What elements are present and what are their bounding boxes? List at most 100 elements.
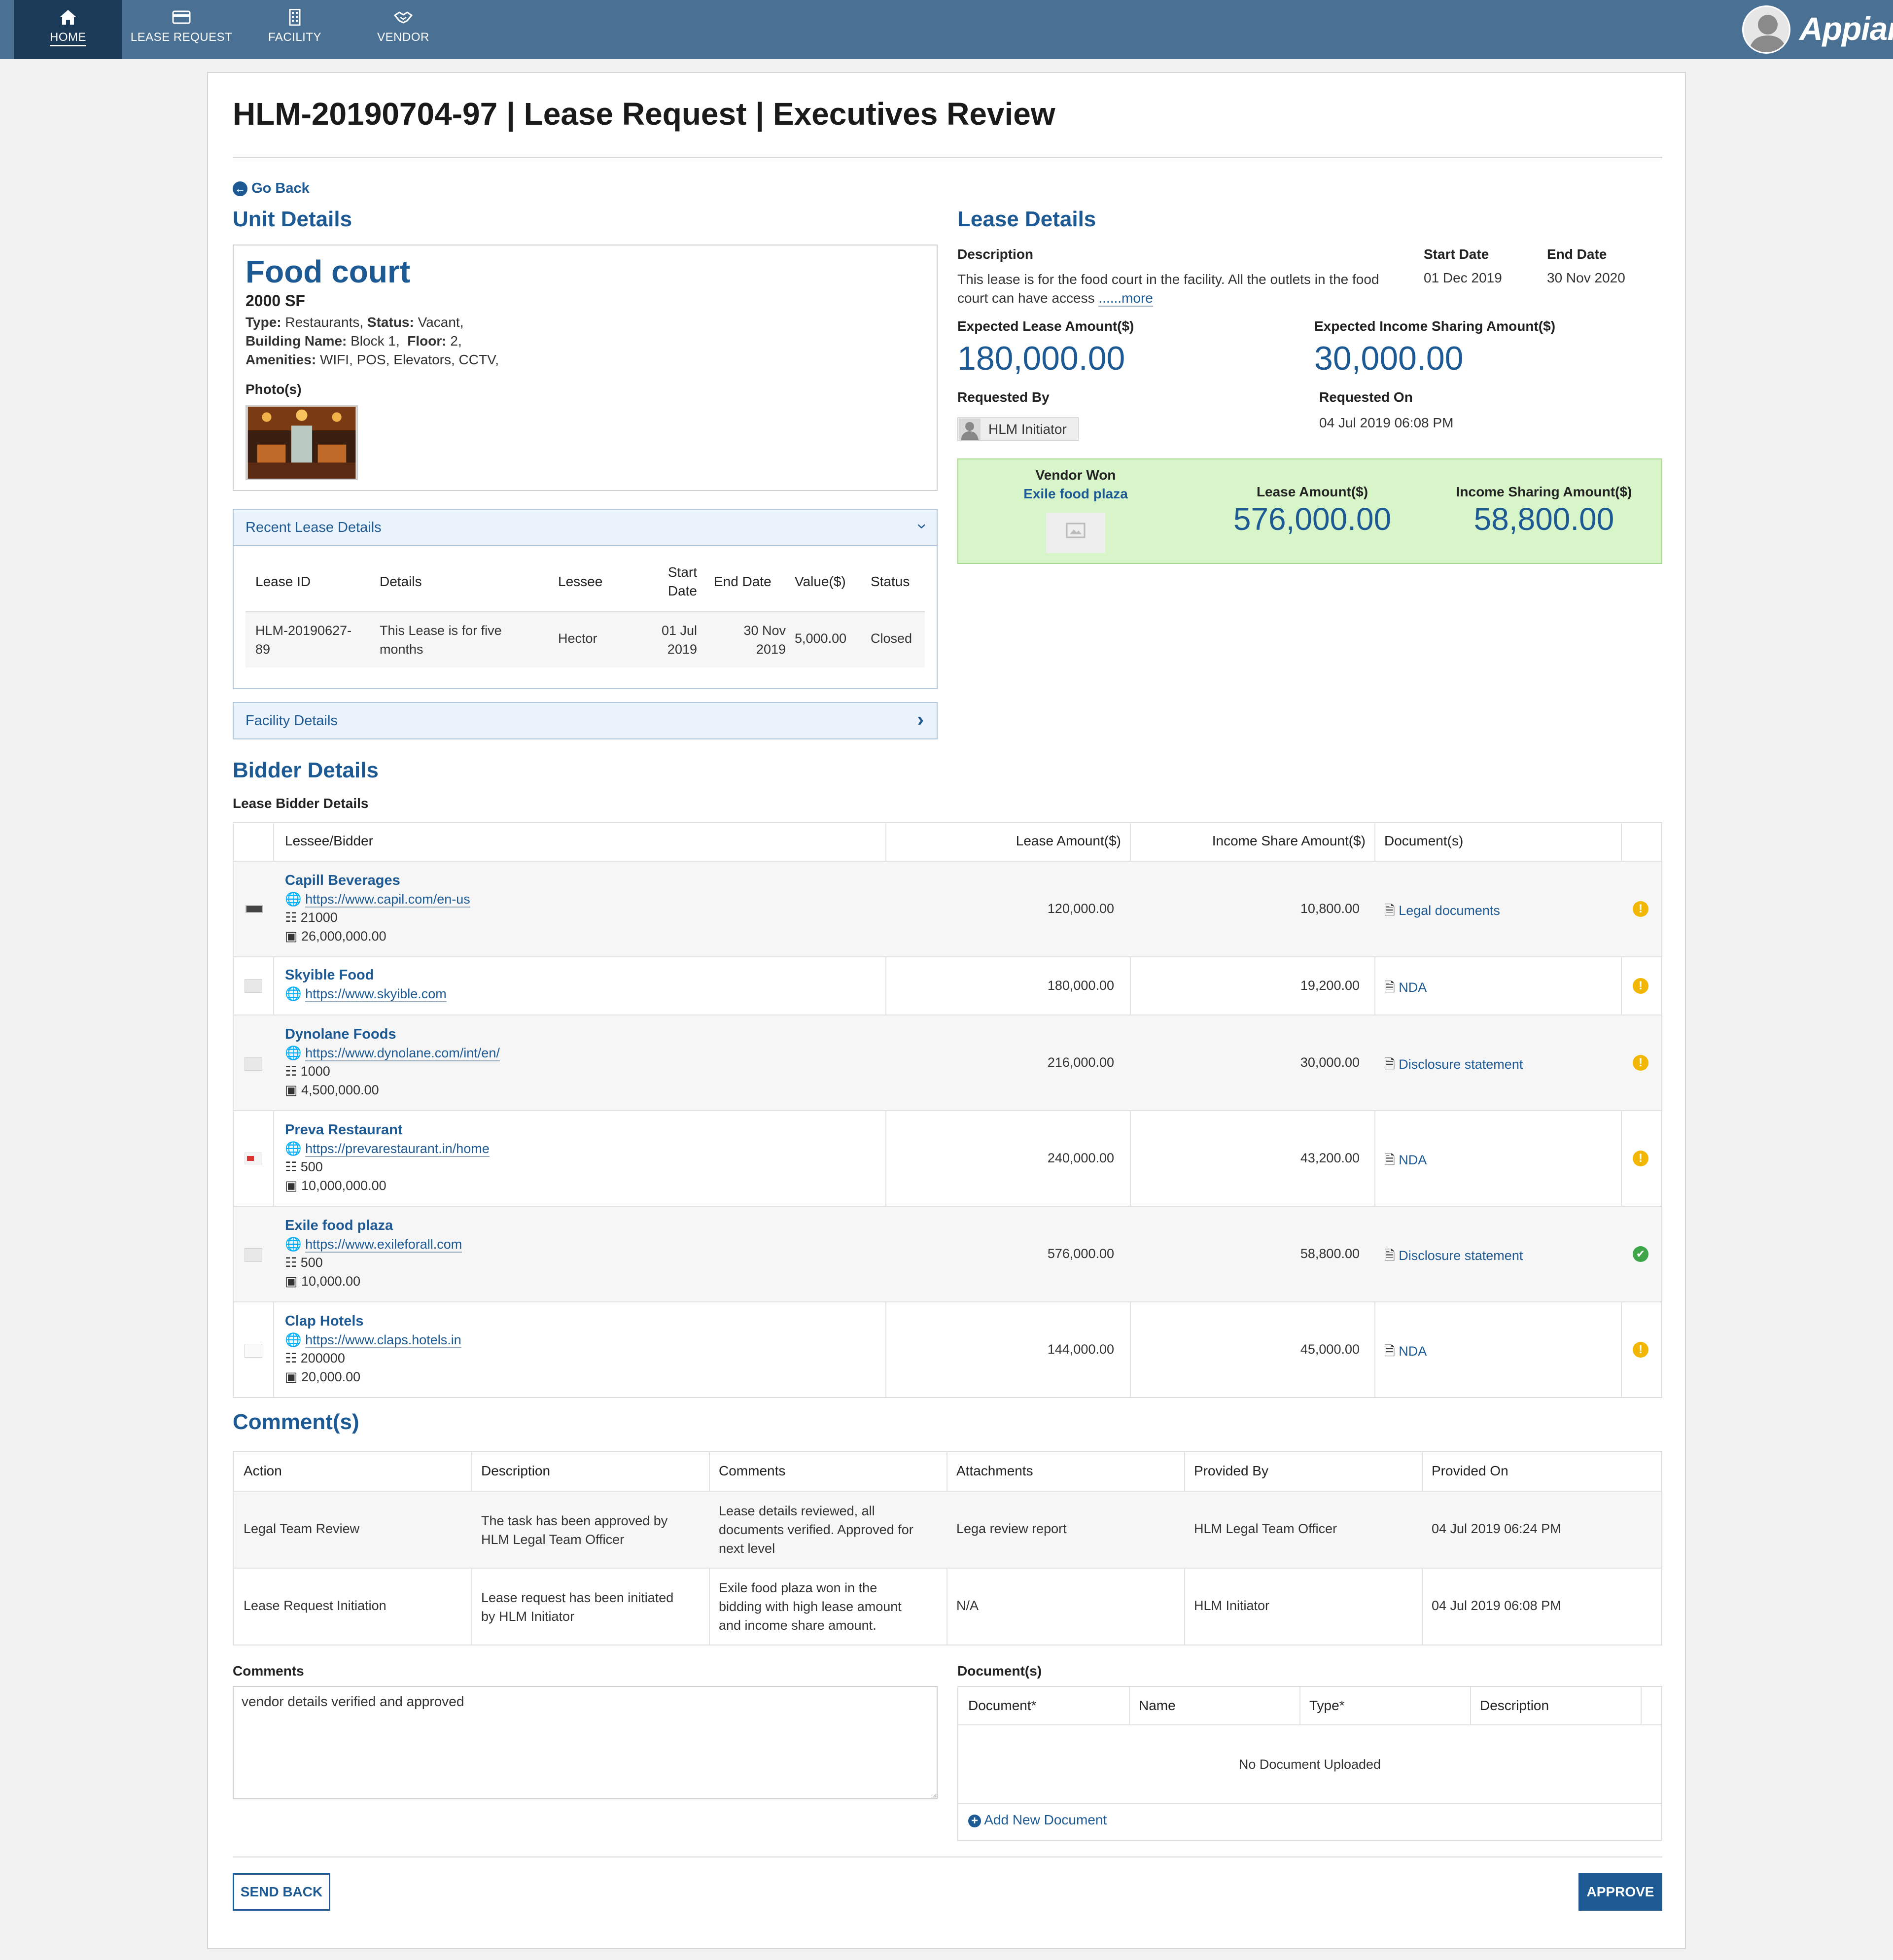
employees-value: 500	[300, 1159, 323, 1174]
end-date-label: End Date	[1547, 246, 1607, 262]
send-back-button[interactable]: SEND BACK	[233, 1873, 330, 1911]
requested-on-label: Requested On	[1319, 389, 1413, 405]
col-start-date-l2: Date	[667, 583, 697, 598]
lease-amount-cell: 180,000.00	[1047, 978, 1114, 993]
facility-details-header[interactable]: Facility Details ›	[233, 702, 938, 739]
column-divider	[1129, 1687, 1130, 1724]
bidder-name-link[interactable]: Dynolane Foods	[285, 1026, 396, 1043]
document-cell[interactable]: 🗎 Disclosure statement	[1384, 1055, 1523, 1078]
bidder-name-link[interactable]: Capill Beverages	[285, 873, 400, 889]
bidder-url-link[interactable]: https://www.skyible.com	[305, 986, 447, 1002]
bidder-name-link[interactable]: Clap Hotels	[285, 1313, 364, 1330]
bidder-url-link[interactable]: https://www.capil.com/en-us	[305, 892, 470, 908]
add-new-document-link[interactable]: + Add New Document	[968, 1812, 1107, 1828]
document-link[interactable]: Legal documents	[1399, 903, 1500, 918]
bidder-url-link[interactable]: https://www.exileforall.com	[305, 1237, 462, 1253]
description-label: Description	[957, 246, 1034, 262]
nav-tab-facility[interactable]: FACILITY	[241, 0, 349, 59]
recent-lease-details-header[interactable]: Recent Lease Details ›	[233, 509, 938, 546]
end-l1: 30 Nov	[743, 623, 786, 638]
col-start-date: Start Date	[642, 563, 697, 600]
globe-icon: 🌐	[285, 1141, 302, 1156]
col-attachments: Attachments	[956, 1463, 1033, 1478]
document-cell[interactable]: 🗎 NDA	[1384, 978, 1427, 1001]
comments-textarea[interactable]: vendor details verified and approved	[233, 1686, 938, 1799]
unit-photo-thumbnail[interactable]	[245, 405, 358, 480]
unit-name: Food court	[245, 254, 411, 289]
footer-divider	[233, 1856, 1662, 1857]
comment-line-2: bidding with high lease amount	[719, 1599, 902, 1614]
income-share-cell: 30,000.00	[1300, 1055, 1360, 1070]
nav-tab-lease-request[interactable]: LEASE REQUEST	[127, 0, 236, 59]
bidder-url-link[interactable]: https://www.dynolane.com/int/en/	[305, 1046, 500, 1061]
user-avatar[interactable]	[1742, 5, 1790, 54]
file-icon: 🗎	[1384, 1344, 1395, 1359]
bidder-employees: ☷ 21000	[285, 910, 338, 925]
document-link[interactable]: Disclosure statement	[1399, 1057, 1523, 1072]
nav-tab-home[interactable]: HOME	[14, 0, 122, 59]
col-provided-by: Provided By	[1194, 1463, 1268, 1478]
col-value: Value($)	[795, 574, 846, 589]
page-title: HLM-20190704-97 | Lease Request | Execut…	[233, 96, 1055, 132]
add-new-document-label: Add New Document	[984, 1812, 1107, 1827]
credit-card-icon	[172, 10, 191, 24]
money-icon: ▣	[285, 1274, 298, 1289]
col-lessee: Lessee	[558, 574, 603, 589]
income-share-cell: 10,800.00	[1300, 901, 1360, 916]
file-icon: 🗎	[1384, 1153, 1395, 1167]
documents-label: Document(s)	[957, 1663, 1042, 1679]
income-share-cell: 58,800.00	[1300, 1246, 1360, 1261]
document-link[interactable]: NDA	[1399, 980, 1427, 995]
chevron-right-icon: ›	[917, 709, 924, 731]
document-cell[interactable]: 🗎 NDA	[1384, 1151, 1427, 1173]
document-cell[interactable]: 🗎 NDA	[1384, 1342, 1427, 1365]
employees-value: 1000	[300, 1064, 330, 1079]
documents-grid: Document* Name Type* Description No Docu…	[957, 1686, 1662, 1841]
bidder-url-link[interactable]: https://prevarestaurant.in/home	[305, 1141, 490, 1157]
file-icon: 🗎	[1384, 980, 1395, 995]
bidder-logo	[245, 979, 262, 993]
bidder-name-link[interactable]: Exile food plaza	[285, 1218, 393, 1234]
nav-tab-label: HOME	[50, 31, 86, 46]
document-link[interactable]: Disclosure statement	[1399, 1248, 1523, 1263]
col-lease-amount: Lease Amount($)	[1016, 833, 1121, 848]
vendor-won-name[interactable]: Exile food plaza	[957, 486, 1194, 502]
desc-line-2: HLM Legal Team Officer	[481, 1532, 625, 1547]
bidder-name-link[interactable]: Preva Restaurant	[285, 1122, 403, 1138]
col-document: Document*	[968, 1698, 1037, 1713]
top-navigation-bar: HOME LEASE REQUEST FACILITY VENDOR Appia…	[0, 0, 1893, 59]
users-icon: ☷	[285, 1159, 297, 1174]
revenue-value: 10,000.00	[301, 1274, 361, 1289]
nav-tab-vendor[interactable]: VENDOR	[349, 0, 457, 59]
comments-table: Action Description Comments Attachments …	[233, 1451, 1662, 1645]
bidder-url-link[interactable]: https://www.claps.hotels.in	[305, 1332, 461, 1348]
table-row: Lease Request Initiation Lease request h…	[234, 1568, 1661, 1645]
bidder-logo	[245, 1057, 262, 1071]
col-start-date-l1: Start	[667, 564, 697, 580]
document-link[interactable]: NDA	[1399, 1344, 1427, 1359]
more-link[interactable]: ......more	[1098, 290, 1153, 307]
users-icon: ☷	[285, 1255, 297, 1270]
provided-by-cell: HLM Initiator	[1194, 1598, 1270, 1613]
requested-on-value: 04 Jul 2019 06:08 PM	[1319, 415, 1454, 430]
comments-heading: Comment(s)	[233, 1410, 359, 1434]
document-cell[interactable]: 🗎 Disclosure statement	[1384, 1246, 1523, 1269]
home-icon	[60, 10, 76, 25]
description-line-1: This lease is for the food court in the …	[957, 272, 1379, 287]
description-cell: The task has been approved by HLM Legal …	[481, 1511, 667, 1549]
approve-button[interactable]: APPROVE	[1578, 1873, 1662, 1911]
requested-by-chip[interactable]: HLM Initiator	[957, 417, 1079, 441]
warning-icon: !	[1633, 1151, 1648, 1166]
lease-amount-cell: 576,000.00	[1047, 1246, 1114, 1261]
value-cell: 5,000.00	[795, 631, 847, 646]
bidder-employees: ☷ 1000	[285, 1064, 330, 1079]
table-row: Clap Hotels 🌐 https://www.claps.hotels.i…	[234, 1301, 1661, 1397]
income-share-cell: 19,200.00	[1300, 978, 1360, 993]
attachment-link[interactable]: Lega review report	[956, 1521, 1067, 1537]
bidder-name-link[interactable]: Skyible Food	[285, 967, 374, 983]
document-link[interactable]: NDA	[1399, 1153, 1427, 1167]
file-icon: 🗎	[1384, 1248, 1395, 1263]
go-back-link[interactable]: ← Go Back	[233, 180, 310, 197]
col-lease-id: Lease ID	[255, 574, 311, 589]
document-cell[interactable]: 🗎 Legal documents	[1384, 901, 1500, 924]
